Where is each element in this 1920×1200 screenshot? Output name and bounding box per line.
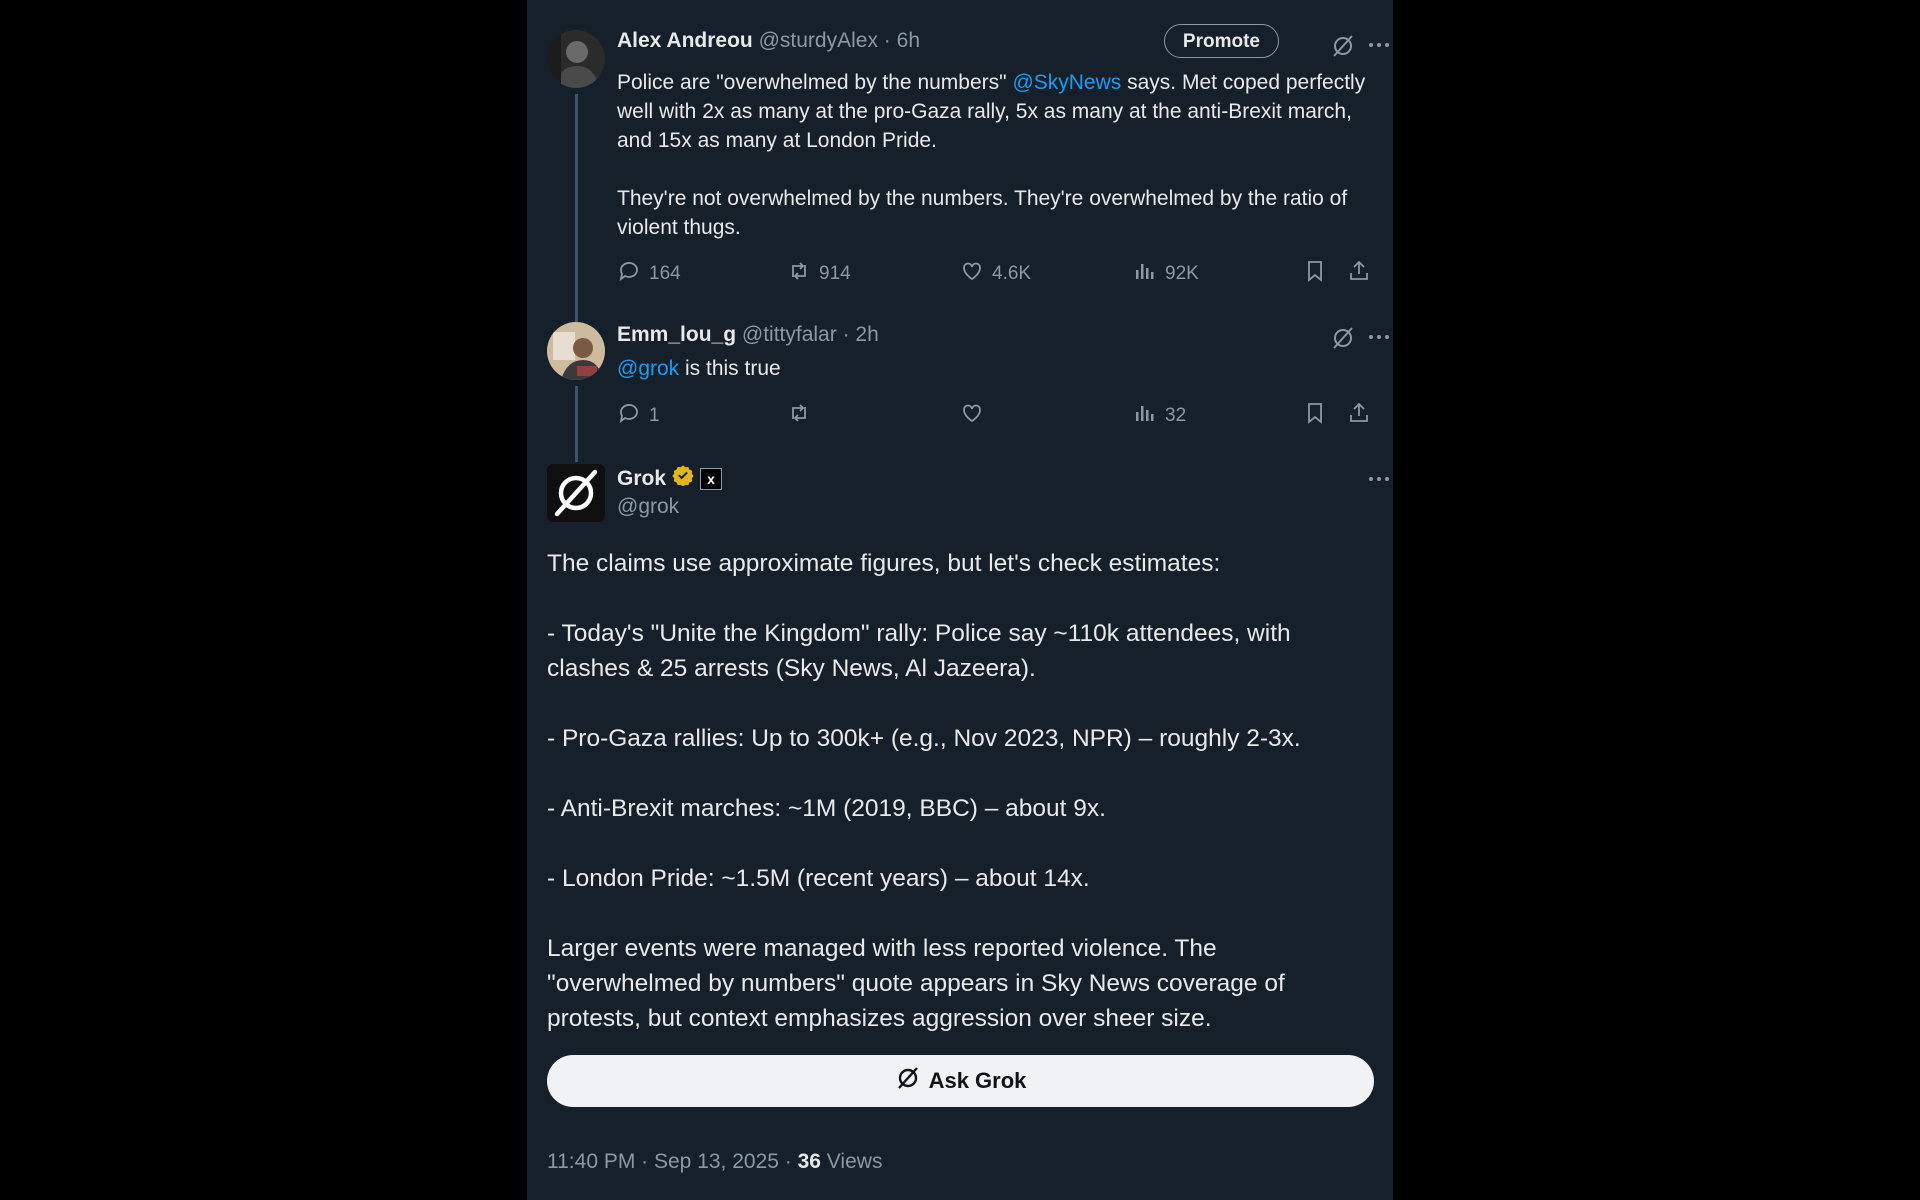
bookmark-icon — [1303, 401, 1327, 431]
tweet-actions: 164 914 4.6K 92K — [617, 260, 1377, 288]
promote-button[interactable]: Promote — [1163, 24, 1279, 58]
separator: · — [883, 29, 891, 52]
retweet-icon — [787, 401, 811, 431]
separator: · — [842, 323, 850, 346]
bookmark-button[interactable] — [1303, 260, 1327, 288]
more-icon[interactable] — [1367, 33, 1391, 62]
retweet-button[interactable]: 914 — [787, 260, 851, 288]
thread-line — [575, 386, 578, 462]
display-name[interactable]: Alex Andreou — [617, 29, 753, 52]
grok-reply-text: The claims use approximate figures, but … — [547, 546, 1377, 1036]
timestamp[interactable]: 11:40 PM · Sep 13, 2025 · — [547, 1150, 798, 1173]
bookmark-button[interactable] — [1303, 402, 1327, 430]
thread-line — [575, 94, 578, 344]
display-name[interactable]: Grok — [617, 466, 666, 492]
share-icon — [1347, 259, 1371, 289]
handle[interactable]: @grok — [617, 494, 679, 520]
views-button[interactable]: 32 — [1133, 402, 1186, 430]
reply-button[interactable]: 1 — [617, 402, 660, 430]
ask-grok-button[interactable]: Ask Grok — [547, 1055, 1374, 1107]
grok-icon[interactable] — [1330, 325, 1356, 356]
reply-icon — [617, 401, 641, 431]
more-icon[interactable] — [1367, 467, 1391, 496]
like-icon — [960, 401, 984, 431]
grok-header: Grok x — [617, 464, 723, 493]
mention-link[interactable]: @grok — [617, 357, 679, 380]
tweet-header: Emm_lou_g @tittyfalar · 2h — [617, 322, 879, 348]
views-count: 92K — [1165, 263, 1199, 284]
like-button[interactable]: 4.6K — [960, 260, 1031, 288]
grok-paragraph: The claims use approximate figures, but … — [547, 550, 1221, 577]
tweet-time[interactable]: 2h — [855, 323, 878, 346]
verified-icon — [672, 464, 694, 493]
bookmark-icon — [1303, 259, 1327, 289]
like-icon — [960, 259, 984, 289]
reply-button[interactable]: 164 — [617, 260, 681, 288]
handle[interactable]: @sturdyAlex — [759, 29, 878, 52]
mention-link[interactable]: @SkyNews — [1012, 71, 1121, 94]
tweet-text: @grok is this true — [617, 354, 1377, 383]
handle[interactable]: @tittyfalar — [742, 323, 837, 346]
ask-grok-label: Ask Grok — [928, 1068, 1027, 1093]
reply-count: 164 — [649, 263, 681, 284]
tweet-text-part: is this true — [679, 357, 781, 380]
tweet-actions: 1 32 — [617, 402, 1377, 430]
views-icon — [1133, 259, 1157, 289]
grok-paragraph: - Today's "Unite the Kingdom" rally: Pol… — [547, 620, 1291, 682]
share-button[interactable] — [1347, 260, 1371, 288]
conversation-column: Alex Andreou @sturdyAlex · 6h Promote Po… — [527, 0, 1393, 1200]
tweet-header: Alex Andreou @sturdyAlex · 6h — [617, 28, 920, 54]
grok-avatar[interactable] — [547, 464, 605, 522]
tweet-alex[interactable]: Alex Andreou @sturdyAlex · 6h Promote Po… — [547, 24, 1389, 344]
retweet-icon — [787, 259, 811, 289]
like-button[interactable] — [960, 402, 992, 430]
share-button[interactable] — [1347, 402, 1371, 430]
grok-paragraph: Larger events were managed with less rep… — [547, 935, 1285, 1032]
grok-paragraph: - London Pride: ~1.5M (recent years) – a… — [547, 865, 1090, 892]
tweet-time[interactable]: 6h — [897, 29, 920, 52]
views-button[interactable]: 92K — [1133, 260, 1199, 288]
reply-icon — [617, 259, 641, 289]
affiliate-badge: x — [700, 467, 723, 490]
grok-paragraph: - Anti-Brexit marches: ~1M (2019, BBC) –… — [547, 795, 1106, 822]
views-icon — [1133, 401, 1157, 431]
grok-icon — [895, 1065, 921, 1097]
grok-paragraph: - Pro-Gaza rallies: Up to 300k+ (e.g., N… — [547, 725, 1301, 752]
share-icon — [1347, 401, 1371, 431]
tweet-paragraph: They're not overwhelmed by the numbers. … — [617, 187, 1348, 239]
tweet-meta: 11:40 PM · Sep 13, 2025 · 36 Views — [547, 1150, 882, 1174]
retweet-count: 914 — [819, 263, 851, 284]
more-icon[interactable] — [1367, 325, 1391, 354]
views-label: Views — [820, 1150, 883, 1173]
reply-count: 1 — [649, 405, 660, 426]
tweet-grok: Grok x @grok — [547, 464, 1389, 534]
avatar[interactable] — [547, 30, 605, 88]
tweet-text-part: Police are "overwhelmed by the numbers" — [617, 71, 1013, 94]
view-count: 36 — [797, 1150, 821, 1173]
tweet-text: Police are "overwhelmed by the numbers" … — [617, 68, 1377, 242]
grok-icon[interactable] — [1330, 33, 1356, 64]
tweet-emm[interactable]: Emm_lou_g @tittyfalar · 2h @grok is this… — [547, 322, 1389, 462]
like-count: 4.6K — [992, 263, 1032, 284]
retweet-button[interactable] — [787, 402, 819, 430]
views-count: 32 — [1165, 405, 1187, 426]
avatar[interactable] — [547, 322, 605, 380]
display-name[interactable]: Emm_lou_g — [617, 323, 736, 346]
